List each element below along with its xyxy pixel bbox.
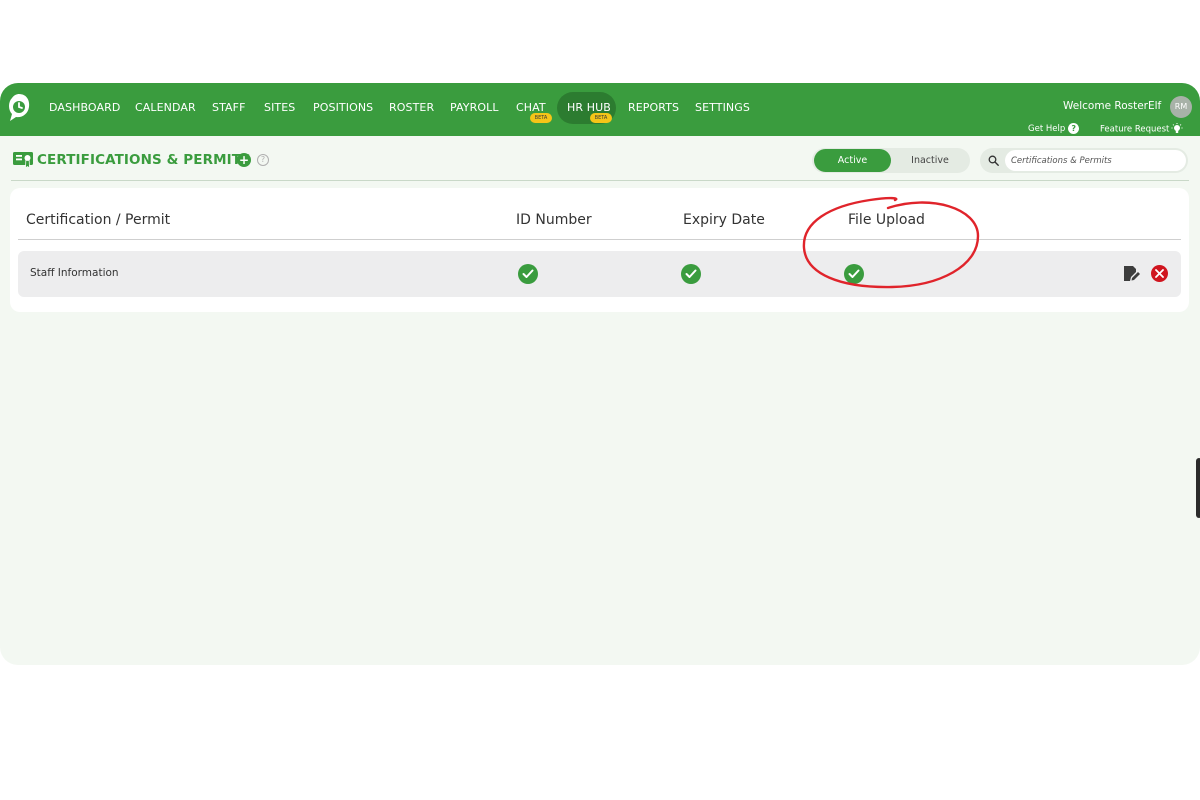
nav-positions[interactable]: POSITIONS [313,101,373,114]
delete-icon[interactable] [1151,265,1168,282]
rosterelf-logo-icon[interactable] [7,92,31,122]
side-scroll-handle[interactable] [1196,458,1200,518]
top-navbar: DASHBOARD CALENDAR STAFF SITES POSITIONS… [0,83,1200,136]
expiry-date-check-icon [681,264,701,284]
feature-request-label: Feature Request [1100,124,1170,135]
nav-dashboard[interactable]: DASHBOARD [49,101,120,114]
nav-roster[interactable]: ROSTER [389,101,434,114]
help-icon: ? [1068,123,1080,134]
welcome-text: Welcome RosterElf [1063,100,1162,112]
chat-beta-badge: BETA [530,113,552,123]
page-title: CERTIFICATIONS & PERMITS [37,152,251,168]
search-input[interactable] [1005,150,1186,171]
table-header-divider [18,239,1181,240]
certificate-icon [13,152,33,169]
header-file-upload[interactable]: File Upload [848,212,925,228]
certifications-table: Certification / Permit ID Number Expiry … [10,188,1189,312]
nav-calendar[interactable]: CALENDAR [135,101,196,114]
table-row[interactable]: Staff Information [18,251,1181,297]
header-divider [11,180,1189,181]
header-id-number[interactable]: ID Number [516,212,592,228]
nav-settings[interactable]: SETTINGS [695,101,750,114]
search-box [980,148,1188,173]
app-window: DASHBOARD CALENDAR STAFF SITES POSITIONS… [0,83,1200,665]
feature-request-link[interactable]: Feature Request [1100,123,1183,135]
file-upload-check-icon [844,264,864,284]
status-toggle: Active Inactive [812,148,970,173]
header-expiry-date[interactable]: Expiry Date [683,212,765,228]
id-number-check-icon [518,264,538,284]
hrhub-beta-badge: BETA [590,113,612,123]
get-help-link[interactable]: Get Help? [1028,123,1080,134]
toggle-active-button[interactable]: Active [814,149,891,172]
avatar[interactable]: RM [1170,96,1192,118]
nav-reports[interactable]: REPORTS [628,101,679,114]
search-icon [988,155,999,166]
get-help-label: Get Help [1028,124,1066,134]
info-icon[interactable]: ? [257,154,269,166]
lightbulb-icon [1171,123,1183,133]
header-certification[interactable]: Certification / Permit [26,212,170,228]
nav-payroll[interactable]: PAYROLL [450,101,499,114]
row-name: Staff Information [30,267,119,279]
toggle-inactive-button[interactable]: Inactive [892,149,968,172]
nav-sites[interactable]: SITES [264,101,295,114]
add-icon[interactable]: + [237,153,251,167]
nav-staff[interactable]: STAFF [212,101,246,114]
edit-icon[interactable] [1122,265,1140,283]
